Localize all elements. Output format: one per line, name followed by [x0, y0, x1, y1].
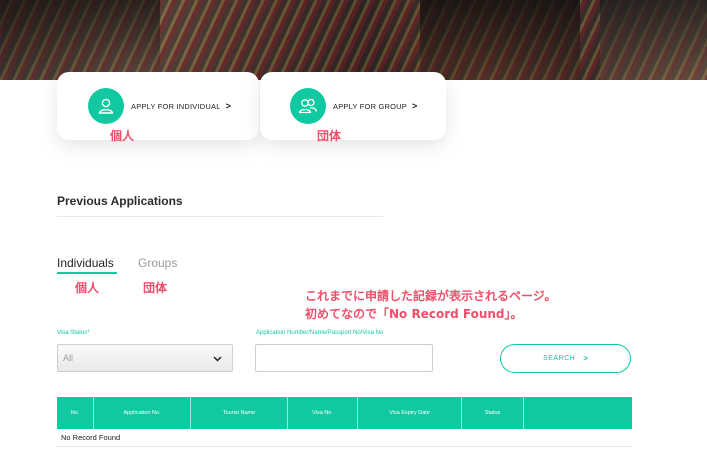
- annotation-note-line2: 初めてなので「No Record Found」。: [305, 307, 523, 321]
- empty-table-message: No Record Found: [61, 433, 121, 442]
- chevron-right-icon: >: [583, 354, 588, 363]
- visa-status-select[interactable]: All: [57, 344, 233, 372]
- person-icon: [88, 88, 124, 124]
- annotation-tab-individual: 個人: [75, 281, 100, 295]
- active-tab-indicator: [57, 272, 117, 274]
- column-header: [524, 397, 632, 429]
- apply-group-label: APPLY FOR GROUP: [333, 101, 407, 111]
- group-icon: [290, 88, 326, 124]
- chevron-down-icon: [213, 349, 222, 367]
- apply-individual-label: APPLY FOR INDIVIDUAL: [131, 101, 221, 111]
- annotation-tab-group: 団体: [143, 281, 168, 295]
- annotation-group: 団体: [317, 129, 342, 143]
- chevron-right-icon: >: [225, 101, 231, 111]
- divider: [57, 216, 383, 217]
- annotation-note-line1: これまでに申請した記録が表示されるページ。: [305, 289, 557, 303]
- column-header: No.: [57, 397, 94, 429]
- tab-individuals[interactable]: Individuals: [57, 256, 114, 270]
- previous-applications-title: Previous Applications: [57, 194, 183, 208]
- hero-banner-image: [0, 0, 707, 80]
- tab-groups[interactable]: Groups: [138, 256, 177, 270]
- column-header: Visa No.: [288, 397, 358, 429]
- chevron-right-icon: >: [412, 101, 418, 111]
- column-header: Application No.: [94, 397, 191, 429]
- apply-group-card[interactable]: APPLY FOR GROUP >: [260, 72, 446, 140]
- column-header: Visa Expiry Date: [358, 397, 462, 429]
- search-button[interactable]: SEARCH >: [500, 344, 631, 373]
- search-button-label: SEARCH: [543, 355, 576, 362]
- application-search-label: Application Number/Name/Passport No/Visa…: [256, 330, 384, 336]
- column-header: Tourist Name: [191, 397, 288, 429]
- application-search-input[interactable]: [255, 344, 433, 372]
- table-header: No. Application No. Tourist Name Visa No…: [57, 397, 632, 429]
- column-header: Status: [462, 397, 524, 429]
- divider: [57, 446, 632, 447]
- annotation-individual: 個人: [110, 129, 135, 143]
- apply-individual-card[interactable]: APPLY FOR INDIVIDUAL >: [57, 72, 259, 140]
- visa-status-label: Visa Status*: [57, 330, 90, 336]
- visa-status-value: All: [63, 353, 74, 363]
